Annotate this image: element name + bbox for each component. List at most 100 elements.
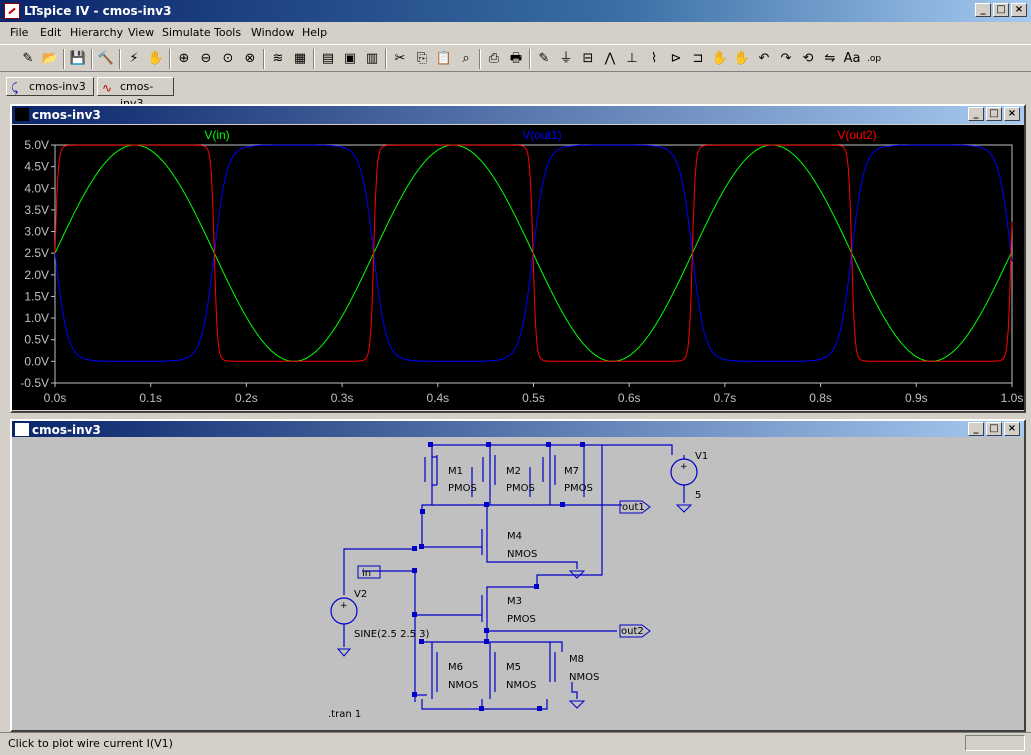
minimize-button[interactable]: _ (975, 3, 991, 17)
source-ref[interactable]: V2 (354, 589, 367, 600)
text-icon[interactable]: Aa (842, 49, 862, 69)
menu-file[interactable]: File (10, 26, 28, 39)
transistor-ref[interactable]: M1 (448, 466, 463, 477)
cascade-icon[interactable]: ▣ (340, 49, 360, 69)
control-panel-icon[interactable]: 🔨 (96, 49, 116, 69)
transistor-ref[interactable]: M4 (507, 531, 522, 542)
toolbar-separator (385, 49, 387, 69)
transistor-ref[interactable]: M7 (564, 466, 579, 477)
print-icon[interactable]: 🖶 (506, 49, 526, 69)
copy-icon[interactable]: ⎘ (412, 49, 432, 69)
component-icon[interactable]: ⊐ (688, 49, 708, 69)
net-label-in[interactable]: in (362, 568, 371, 579)
resistor-icon[interactable]: ⋀ (600, 49, 620, 69)
run-icon[interactable]: ⚡ (124, 49, 144, 69)
transistor-model: NMOS (506, 680, 536, 691)
transistor-ref[interactable]: M6 (448, 662, 463, 673)
x-tick-label: 0.2s (235, 391, 258, 405)
menu-window[interactable]: Window (251, 26, 294, 39)
tile-vertical-icon[interactable]: ▥ (362, 49, 382, 69)
maximize-button[interactable]: □ (993, 3, 1009, 17)
autorange-icon[interactable]: ≋ (268, 49, 288, 69)
restore-button[interactable]: □ (986, 422, 1002, 436)
ground-icon[interactable]: ⏚ (556, 49, 576, 69)
app-title: LTspice IV - cmos-inv3 (24, 4, 172, 18)
y-tick-label: 0.0V (24, 354, 49, 368)
spice-directive-icon[interactable]: .op (864, 49, 884, 69)
zoom-out-icon[interactable]: ⊖ (196, 49, 216, 69)
waveform-window-titlebar: cmos-inv3 _ □ × (12, 106, 1024, 124)
ltspice-icon (4, 3, 20, 19)
menu-view[interactable]: View (128, 26, 154, 39)
transistor-ref[interactable]: M8 (569, 654, 584, 665)
move-icon[interactable]: ✋ (710, 49, 730, 69)
zoom-fit-icon[interactable]: ⊙ (218, 49, 238, 69)
series-line-2 (54, 144, 1013, 362)
halt-icon[interactable]: ✋ (146, 49, 166, 69)
source-value[interactable]: 5 (695, 490, 701, 501)
svg-text:+: + (680, 462, 688, 472)
open-icon[interactable]: 📂 (40, 49, 60, 69)
transistor-ref[interactable]: M5 (506, 662, 521, 673)
save-icon[interactable]: 💾 (68, 49, 88, 69)
spice-directive[interactable]: .tran 1 (328, 709, 361, 720)
tile-horizontal-icon[interactable]: ▤ (318, 49, 338, 69)
transistor-model: NMOS (569, 672, 599, 683)
legend-label: V(out2) (837, 128, 876, 142)
cut-icon[interactable]: ✂ (390, 49, 410, 69)
menu-help[interactable]: Help (302, 26, 327, 39)
menu-tools[interactable]: Tools (214, 26, 241, 39)
x-tick-label: 0.6s (618, 391, 641, 405)
capacitor-icon[interactable]: ⊥ (622, 49, 642, 69)
waveform-plot[interactable]: 5.0V 4.5V 4.0V 3.5V 3.0V 2.5V 2.0V 1.5V 1.0V 0.5V… (12, 125, 1024, 410)
menu-bar: File Edit Hierarchy View Simulate Tools … (0, 23, 1031, 43)
new-schematic-icon[interactable]: ✎ (18, 49, 38, 69)
toolbar-separator (313, 49, 315, 69)
net-label-out2[interactable]: out2 (621, 626, 644, 637)
draw-wire-icon[interactable]: ✎ (534, 49, 554, 69)
inductor-icon[interactable]: ⌇ (644, 49, 664, 69)
print-setup-icon[interactable]: ⎙ (484, 49, 504, 69)
zoom-cancel-icon[interactable]: ⊗ (240, 49, 260, 69)
drag-icon[interactable]: ✋ (732, 49, 752, 69)
restore-button[interactable]: □ (986, 107, 1002, 121)
y-tick-label: -0.5V (20, 376, 49, 390)
x-tick-label: 0.5s (522, 391, 545, 405)
transistor-ref[interactable]: M3 (507, 596, 522, 607)
x-tick-label: 1.0s (1001, 391, 1024, 405)
grid-icon[interactable]: ▦ (290, 49, 310, 69)
label-net-icon[interactable]: ⊟ (578, 49, 598, 69)
y-tick-label: 2.0V (24, 268, 49, 282)
y-tick-label: 4.0V (24, 181, 49, 195)
source-value[interactable]: SINE(2.5 2.5 3) (354, 629, 430, 640)
close-button[interactable]: × (1004, 107, 1020, 121)
tab-waveform[interactable]: ∿ cmos-inv3 (97, 77, 174, 110)
minimize-button[interactable]: _ (968, 422, 984, 436)
menu-simulate[interactable]: Simulate (162, 26, 211, 39)
menu-edit[interactable]: Edit (40, 26, 61, 39)
legend-label: V(in) (204, 128, 229, 142)
zoom-in-icon[interactable]: ⊕ (174, 49, 194, 69)
source-ref[interactable]: V1 (695, 451, 708, 462)
app-titlebar: LTspice IV - cmos-inv3 _ □ × (0, 0, 1031, 22)
transistor-model: NMOS (448, 680, 478, 691)
mirror-icon[interactable]: ⇋ (820, 49, 840, 69)
diode-icon[interactable]: ⊳ (666, 49, 686, 69)
y-tick-label: 3.5V (24, 203, 49, 217)
transistor-ref[interactable]: M2 (506, 466, 521, 477)
undo-icon[interactable]: ↶ (754, 49, 774, 69)
net-label-out1[interactable]: out1 (622, 502, 645, 513)
close-button[interactable]: × (1011, 3, 1027, 17)
toolbar: ✎ 📂 💾 🔨 ⚡ ✋ ⊕ ⊖ ⊙ ⊗ ≋ ▦ ▤ ▣ ▥ ✂ ⎘ 📋 ⌕ ⎙ 🖶 ✎ ⏚ ⊟ ⋀ ⊥ ⌇ ⊳ ⊐ ✋ ✋ ↶ ↷ ⟲ ⇋ Aa .op (0, 44, 1031, 72)
redo-icon[interactable]: ↷ (776, 49, 796, 69)
y-tick-label: 1.0V (24, 311, 49, 325)
paste-icon[interactable]: 📋 (434, 49, 454, 69)
schematic-canvas[interactable]: out1 in out2 M1 PMOS M2 PMOS M7 PMOS M4 … (12, 437, 1024, 730)
rotate-icon[interactable]: ⟲ (798, 49, 818, 69)
close-button[interactable]: × (1004, 422, 1020, 436)
tab-schematic[interactable]: ⤹ cmos-inv3 (6, 77, 94, 96)
find-icon[interactable]: ⌕ (456, 49, 476, 69)
toolbar-separator (169, 49, 171, 69)
menu-hierarchy[interactable]: Hierarchy (70, 26, 123, 39)
minimize-button[interactable]: _ (968, 107, 984, 121)
